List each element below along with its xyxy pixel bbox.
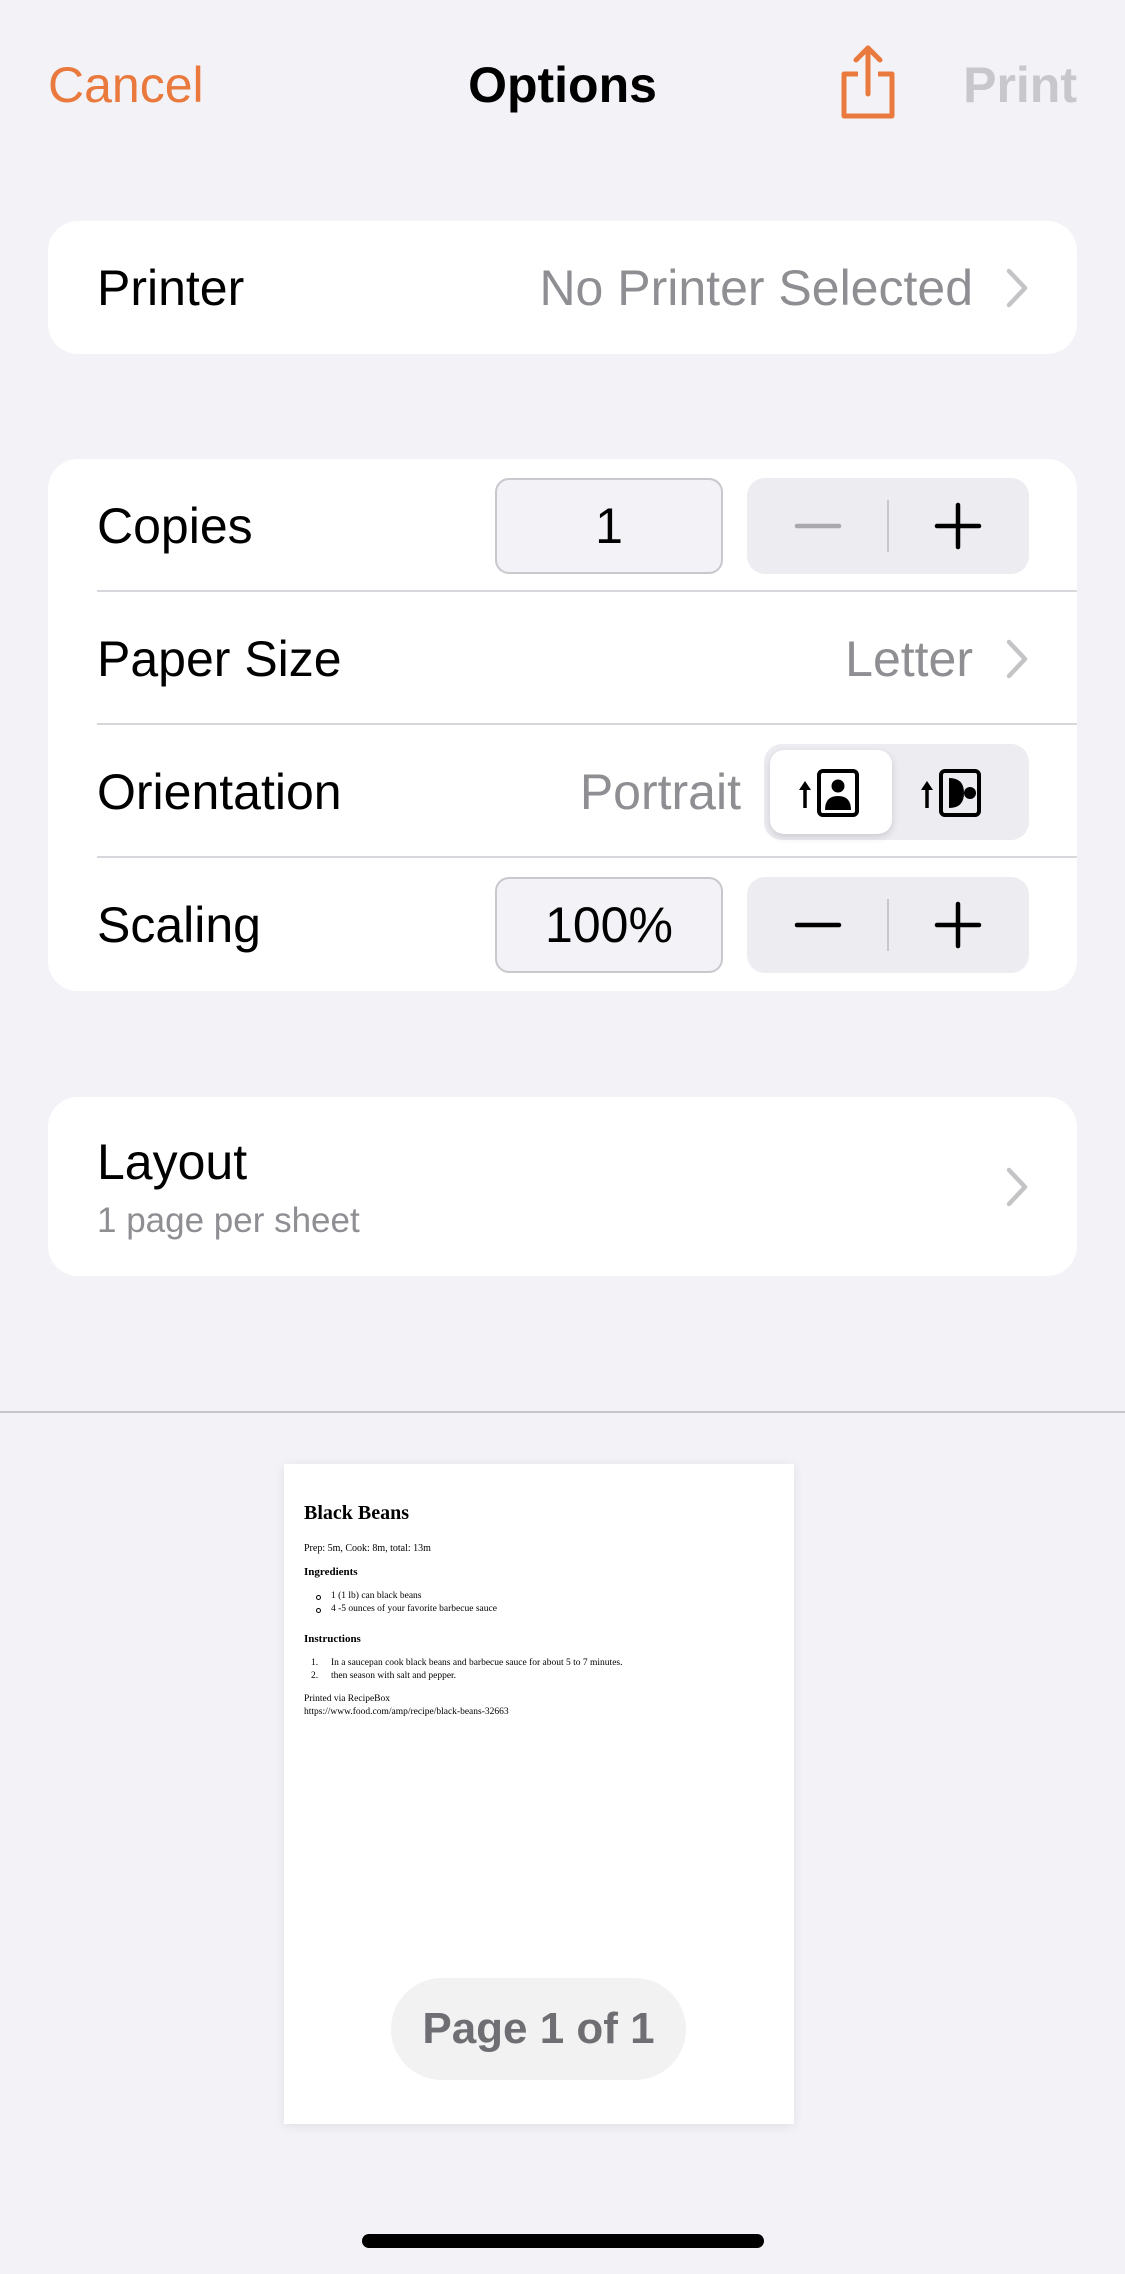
preview-instruction: then season with salt and pepper. — [331, 1671, 457, 1681]
copies-increment-button[interactable] — [888, 478, 1029, 574]
home-indicator[interactable] — [362, 2234, 764, 2248]
paper-size-row[interactable]: Paper Size Letter — [48, 592, 1077, 725]
print-button[interactable]: Print — [963, 56, 1077, 114]
minus-icon — [794, 523, 842, 528]
orientation-row: Orientation Portrait — [48, 725, 1077, 858]
preview-instruction: In a saucepan cook black beans and barbe… — [331, 1658, 623, 1668]
chevron-right-icon — [1006, 1167, 1028, 1206]
options-card: Copies 1 Paper Size Letter Orientation P… — [48, 459, 1077, 991]
chevron-right-icon — [1006, 268, 1028, 307]
preview-footer-url: https://www.food.com/amp/recipe/black-be… — [304, 1707, 509, 1717]
printer-card: Printer No Printer Selected — [48, 221, 1077, 354]
preview-instructions-heading: Instructions — [304, 1633, 361, 1645]
chevron-right-icon — [1006, 639, 1028, 678]
printer-value: No Printer Selected — [539, 259, 973, 316]
copies-label: Copies — [97, 497, 253, 554]
preview-ingredients-heading: Ingredients — [304, 1566, 358, 1578]
copies-stepper — [747, 477, 1029, 574]
scaling-label: Scaling — [97, 896, 261, 953]
preview-ingredient: 1 (1 lb) can black beans — [331, 1591, 422, 1601]
printer-row[interactable]: Printer No Printer Selected — [48, 221, 1077, 354]
landscape-icon — [921, 768, 981, 817]
copies-decrement-button[interactable] — [747, 478, 888, 574]
plus-icon — [934, 901, 982, 948]
layout-label: Layout — [97, 1134, 248, 1190]
printer-label: Printer — [97, 259, 245, 316]
preview-divider — [0, 1411, 1125, 1413]
print-options-sheet: Options Cancel Print Printer No Printer … — [0, 0, 1125, 2274]
list-number: 1. — [311, 1658, 319, 1668]
layout-card[interactable]: Layout 1 page per sheet — [48, 1097, 1077, 1276]
scaling-row: Scaling 100% — [48, 858, 1077, 991]
copies-row: Copies 1 — [48, 459, 1077, 592]
plus-icon — [934, 502, 982, 549]
portrait-option[interactable] — [770, 749, 892, 834]
minus-icon — [794, 922, 842, 927]
preview-meta: Prep: 5m, Cook: 8m, total: 13m — [304, 1543, 431, 1554]
orientation-label: Orientation — [97, 763, 342, 820]
nav-bar: Options Cancel Print — [0, 0, 1125, 170]
portrait-icon — [799, 768, 859, 817]
scaling-increment-button[interactable] — [888, 877, 1029, 973]
preview-title: Black Beans — [304, 1502, 410, 1524]
layout-value: 1 page per sheet — [97, 1201, 360, 1240]
scaling-decrement-button[interactable] — [747, 877, 888, 973]
cancel-button[interactable]: Cancel — [48, 56, 204, 114]
page-indicator: Page 1 of 1 — [391, 1978, 686, 2080]
orientation-segmented-control — [764, 743, 1029, 840]
scaling-field[interactable]: 100% — [495, 876, 723, 973]
paper-size-value: Letter — [845, 630, 973, 687]
orientation-value: Portrait — [579, 763, 741, 820]
paper-size-label: Paper Size — [97, 630, 342, 687]
preview-ingredient: 4 -5 ounces of your favorite barbecue sa… — [331, 1604, 497, 1614]
preview-footer: Printed via RecipeBox — [304, 1694, 391, 1704]
share-icon — [841, 45, 895, 119]
copies-field[interactable]: 1 — [495, 477, 723, 574]
list-number: 2. — [311, 1671, 319, 1681]
list-bullet — [316, 1608, 321, 1613]
landscape-option[interactable] — [901, 750, 1023, 834]
scaling-stepper — [747, 876, 1029, 973]
list-bullet — [316, 1595, 321, 1600]
share-button[interactable] — [836, 42, 900, 122]
